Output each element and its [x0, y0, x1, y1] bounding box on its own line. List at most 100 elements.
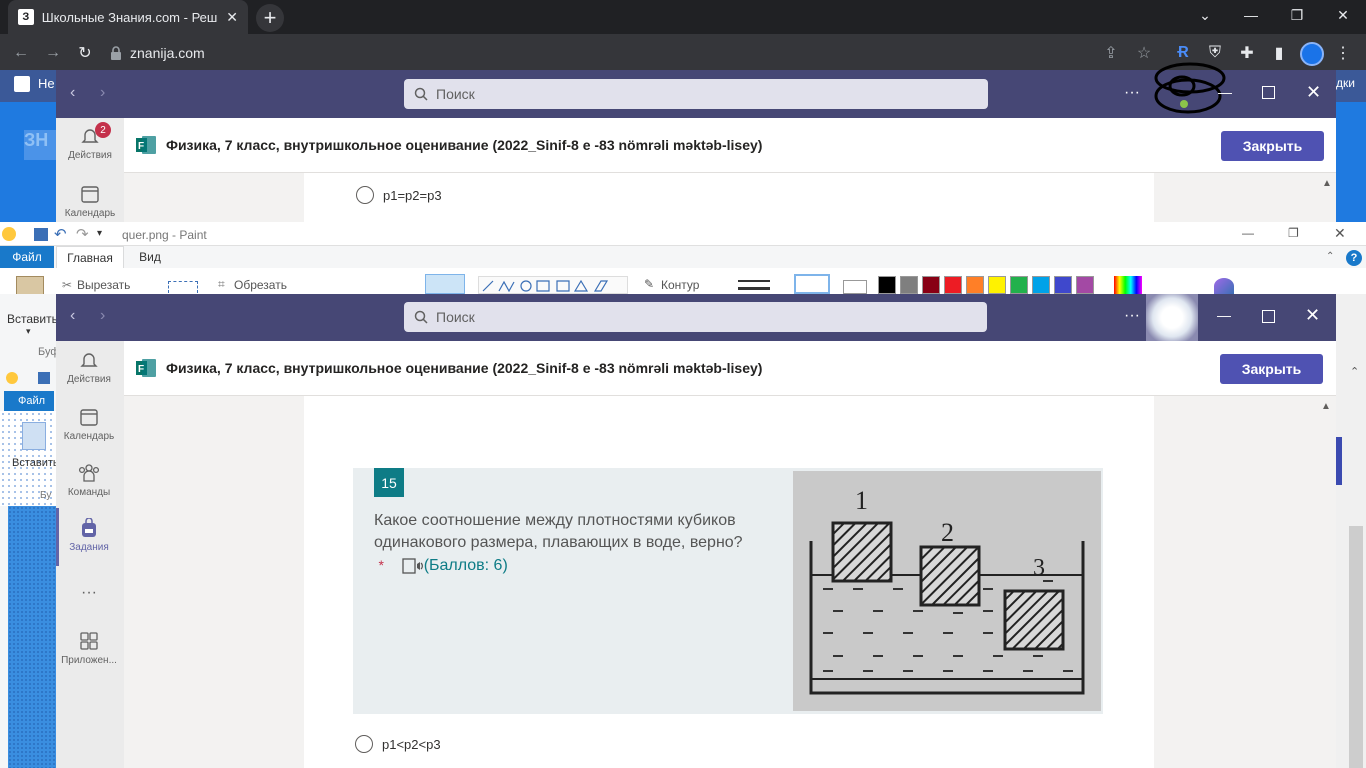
- teams-search[interactable]: Поиск: [404, 302, 987, 332]
- teams-more-icon[interactable]: ···: [1124, 307, 1140, 325]
- address-bar[interactable]: znanija.com: [110, 40, 1160, 66]
- color-swatch-gray[interactable]: [900, 276, 918, 294]
- minimize-icon[interactable]: —: [1228, 0, 1274, 30]
- rail-assignments[interactable]: Задания: [56, 518, 122, 553]
- teams-maximize-icon[interactable]: [1262, 310, 1275, 323]
- tab-close-icon[interactable]: ✕: [226, 9, 238, 26]
- rail-activity[interactable]: Действия: [56, 350, 122, 385]
- shapes-gallery[interactable]: [478, 276, 628, 294]
- teams-back-icon[interactable]: ‹: [70, 84, 75, 102]
- bookmark-left[interactable]: Не: [38, 76, 55, 91]
- immersive-reader-icon[interactable]: [402, 557, 424, 575]
- scissors-icon[interactable]: ✂: [62, 278, 72, 292]
- paint-tab-file[interactable]: Файл: [0, 246, 54, 268]
- crop-icon[interactable]: ⌗: [218, 277, 225, 292]
- form-header: F Физика, 7 класс, внутришкольное оценив…: [124, 341, 1336, 396]
- rail-apps[interactable]: Приложен...: [56, 631, 122, 666]
- reload-icon[interactable]: ↻: [74, 42, 96, 64]
- close-form-button[interactable]: Закрыть: [1220, 354, 1323, 384]
- brush-tool[interactable]: [425, 274, 465, 294]
- teams-minimize-icon[interactable]: —: [1217, 307, 1231, 323]
- rail-more-icon[interactable]: ···: [56, 584, 122, 602]
- scroll-up-icon[interactable]: ▲: [1321, 401, 1331, 412]
- notification-badge: 2: [95, 122, 111, 138]
- crop-label[interactable]: Обрезать: [234, 278, 287, 292]
- paint-scroll-up-icon[interactable]: ⌃: [1350, 365, 1359, 378]
- share-icon[interactable]: ⇪: [1100, 42, 1122, 64]
- profile-avatar[interactable]: [1300, 42, 1324, 66]
- color-swatch-turquoise[interactable]: [1032, 276, 1050, 294]
- teams-forward-icon[interactable]: ›: [100, 307, 105, 325]
- teams-maximize-icon[interactable]: [1262, 86, 1275, 99]
- back-icon[interactable]: ←: [10, 42, 32, 64]
- paint-minimize-icon[interactable]: —: [1242, 226, 1254, 240]
- paint-tab-home[interactable]: Главная: [56, 246, 124, 268]
- undo-icon[interactable]: ↶: [54, 225, 67, 243]
- teams-minimize-icon[interactable]: —: [1218, 84, 1232, 100]
- menu-icon[interactable]: ⋮: [1332, 42, 1354, 64]
- restore-icon[interactable]: ❐: [1274, 0, 1320, 30]
- quick-access-dropdown-icon[interactable]: ▾: [97, 228, 102, 239]
- puzzle-icon[interactable]: ✚: [1236, 42, 1258, 64]
- paint-scrollbar[interactable]: [1349, 526, 1363, 768]
- outline-icon[interactable]: ✎: [644, 277, 654, 291]
- close-form-button[interactable]: Закрыть: [1221, 131, 1324, 161]
- option-label: p1=p2=p3: [383, 188, 442, 203]
- paint-tab-view[interactable]: Вид: [128, 246, 172, 268]
- help-icon[interactable]: ?: [1346, 250, 1362, 266]
- teams-app-rail: [56, 341, 124, 768]
- backpack-icon: [80, 518, 98, 538]
- teams-more-icon[interactable]: ···: [1124, 84, 1140, 102]
- color-swatch-indigo[interactable]: [1054, 276, 1072, 294]
- browser-tab[interactable]: З Школьные Знания.com - Решае ✕: [8, 0, 248, 34]
- color-swatch-purple[interactable]: [1076, 276, 1094, 294]
- teams-back-icon[interactable]: ‹: [70, 307, 75, 325]
- color-swatch-yellow[interactable]: [988, 276, 1006, 294]
- redo-icon[interactable]: ↷: [76, 225, 89, 243]
- scroll-up-icon[interactable]: ▲: [1322, 178, 1332, 189]
- sidebar-icon[interactable]: ▮: [1268, 42, 1290, 64]
- paste-dropdown-icon[interactable]: ▾: [26, 326, 31, 337]
- rail-teams[interactable]: Команды: [56, 463, 122, 498]
- line-width-icon[interactable]: [738, 280, 770, 290]
- paste-label[interactable]: Вставить: [7, 312, 58, 326]
- tab-search-icon[interactable]: ⌄: [1182, 0, 1228, 30]
- rail-activity-top[interactable]: Действия: [56, 126, 124, 161]
- option-label: p1<p2<p3: [382, 737, 441, 752]
- lock-icon: [110, 46, 122, 60]
- paint-close-icon[interactable]: ✕: [1334, 225, 1346, 242]
- calendar-icon: [79, 407, 99, 427]
- inner-paste-label: Вставить: [12, 457, 59, 469]
- option-radio[interactable]: [355, 735, 373, 753]
- option-radio[interactable]: [356, 186, 374, 204]
- teams-forward-icon[interactable]: ›: [100, 84, 105, 102]
- color2-swatch[interactable]: [843, 280, 867, 294]
- ribbon-collapse-icon[interactable]: ⌃: [1326, 251, 1334, 262]
- color-swatch-green[interactable]: [1010, 276, 1028, 294]
- inner-save-icon: [38, 372, 50, 384]
- color-swatch-orange[interactable]: [966, 276, 984, 294]
- avatar[interactable]: [1146, 294, 1198, 341]
- window-close-icon[interactable]: ✕: [1320, 0, 1366, 30]
- rail-label: Действия: [68, 150, 112, 161]
- forward-icon[interactable]: →: [42, 42, 64, 64]
- bookmark-right[interactable]: дки: [1336, 76, 1355, 90]
- color-swatch-black[interactable]: [878, 276, 896, 294]
- outline-label[interactable]: Контур: [661, 278, 699, 292]
- paint3d-icon[interactable]: [1214, 278, 1234, 294]
- color1-swatch[interactable]: [794, 274, 830, 294]
- teams-search-top[interactable]: Поиск: [404, 79, 988, 109]
- cut-label[interactable]: Вырезать: [77, 278, 130, 292]
- teams-close-icon[interactable]: ✕: [1306, 82, 1321, 103]
- new-tab-button[interactable]: +: [256, 4, 284, 32]
- paint-restore-icon[interactable]: ❐: [1288, 226, 1299, 240]
- search-placeholder: Поиск: [436, 86, 475, 102]
- save-icon[interactable]: [34, 228, 48, 241]
- rail-calendar-top[interactable]: Календарь: [56, 184, 124, 219]
- select-icon[interactable]: [168, 281, 198, 293]
- edit-colors-icon[interactable]: [1114, 276, 1142, 294]
- color-swatch-darkred[interactable]: [922, 276, 940, 294]
- rail-calendar[interactable]: Календарь: [56, 407, 122, 442]
- color-swatch-red[interactable]: [944, 276, 962, 294]
- teams-close-icon[interactable]: ✕: [1305, 305, 1320, 326]
